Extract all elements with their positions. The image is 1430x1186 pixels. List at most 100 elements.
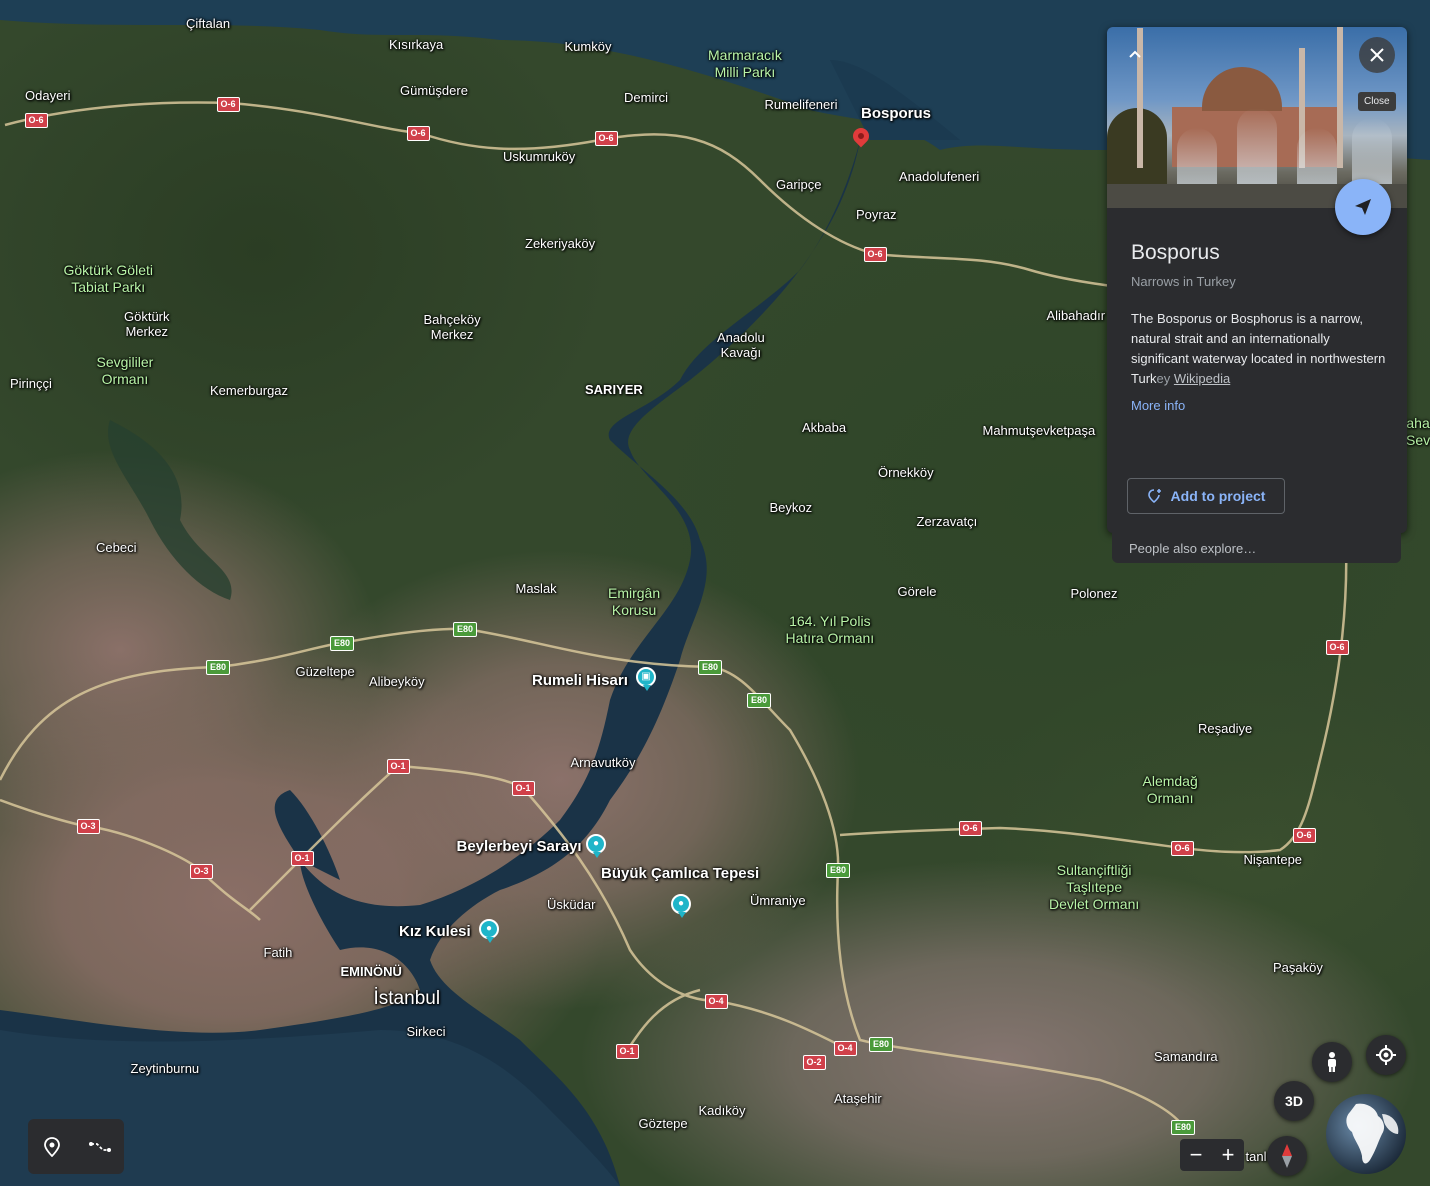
map-label: Rumelifeneri	[764, 97, 838, 112]
map-label: Göktürk Göleti Tabiat Parkı	[63, 262, 153, 295]
map-label: Beykoz	[769, 500, 813, 515]
map-label: Mahmutşevketpaşa	[982, 423, 1096, 438]
road-shield: O-1	[386, 758, 410, 774]
map-label: Emirgân Korusu	[608, 585, 661, 618]
map-label: EMINÖNÜ	[340, 964, 402, 979]
map-label: Samandıra	[1154, 1049, 1218, 1064]
zoom-controls: − +	[1180, 1139, 1244, 1171]
wikipedia-link[interactable]: Wikipedia	[1174, 371, 1230, 386]
map-label: Örnekköy	[878, 465, 934, 480]
toggle-3d-button[interactable]: 3D	[1274, 1081, 1314, 1121]
map-label[interactable]: Büyük Çamlıca Tepesi	[601, 865, 759, 883]
road-shield: O-6	[1170, 840, 1194, 856]
map-label: Garipçe	[776, 177, 822, 192]
map-label: Üsküdar	[547, 897, 596, 912]
map-label: Kısırkaya	[389, 37, 444, 52]
museum-poi-icon[interactable]: ▣	[636, 667, 656, 691]
camera-poi-icon[interactable]: ●	[586, 834, 606, 858]
road-shield: O-3	[189, 863, 213, 879]
map-label: Pirinççi	[10, 376, 52, 391]
map-label: Alemdağ Ormanı	[1142, 773, 1198, 806]
road-shield: O-6	[216, 96, 240, 112]
map-label: Gümüşdere	[400, 83, 468, 98]
map-label: Zerzavatçı	[916, 514, 978, 529]
road-shield: O-1	[290, 850, 314, 866]
add-pin-icon	[1147, 489, 1161, 504]
map-label[interactable]: Kız Kulesi	[399, 923, 471, 941]
map-label: Kadıköy	[698, 1103, 746, 1118]
road-shield: O-6	[594, 130, 618, 146]
map-label: Reşadiye	[1198, 721, 1253, 736]
road-shield: O-6	[24, 112, 48, 128]
camera-poi-icon[interactable]: ●	[479, 919, 499, 943]
map-label: İstanbul	[373, 987, 441, 1009]
map-label: Sevgililer Ormanı	[96, 354, 154, 387]
globe-minimap[interactable]	[1326, 1094, 1406, 1174]
more-info-link[interactable]: More info	[1131, 398, 1185, 413]
map-label: Nişantepe	[1243, 852, 1303, 867]
close-icon[interactable]	[1359, 37, 1395, 73]
map-label: Çiftalan	[186, 16, 231, 31]
map-label: Zeytinburnu	[130, 1061, 200, 1076]
map-label: Ataşehir	[834, 1091, 882, 1106]
map-label: Göktürk Merkez	[124, 308, 170, 340]
camera-poi-icon[interactable]: ●	[671, 894, 691, 918]
road-shield: E80	[747, 692, 772, 708]
map-label: aha Sev	[1406, 415, 1430, 448]
share-send-icon[interactable]	[1335, 179, 1391, 235]
zoom-out-icon[interactable]: −	[1180, 1139, 1212, 1171]
map-label[interactable]: Bosporus	[861, 105, 931, 123]
road-shield: O-2	[802, 1054, 826, 1070]
road-shield: O-6	[958, 820, 982, 836]
map-label: Görele	[897, 584, 937, 599]
map-label: Fatih	[263, 945, 293, 960]
map-label: Alibahadır	[1046, 308, 1106, 323]
road-shield: E80	[330, 635, 355, 651]
compass-icon[interactable]	[1267, 1136, 1307, 1176]
place-title: Bosporus	[1131, 241, 1220, 264]
map-label: Marmaracık Milli Parkı	[708, 47, 782, 80]
road-shield: E80	[453, 621, 478, 637]
my-location-icon[interactable]	[1366, 1035, 1406, 1075]
road-shield: O-6	[1325, 639, 1349, 655]
description-text: The Bosporus or Bosphorus is a narrow, n…	[1131, 311, 1386, 386]
map-label: Cebeci	[96, 540, 137, 555]
road-shield: O-6	[863, 246, 887, 262]
description-fade: ey	[1156, 371, 1171, 386]
road-shield: E80	[1171, 1119, 1196, 1135]
collapse-panel-chevron-up-icon[interactable]	[1121, 41, 1149, 69]
people-also-explore[interactable]: People also explore…	[1112, 533, 1401, 563]
map-label: Akbaba	[802, 420, 847, 435]
map-label: Maslak	[515, 581, 557, 596]
map-label: Kemerburgaz	[210, 383, 289, 398]
map-label[interactable]: Beylerbeyi Sarayı	[457, 838, 582, 856]
road-shield: E80	[698, 659, 723, 675]
close-tooltip: Close	[1358, 92, 1396, 111]
map-label: 164. Yıl Polis Hatıra Ormanı	[785, 613, 875, 646]
map-label: Anadolu Kavağı	[717, 329, 765, 361]
place-description: The Bosporus or Bosphorus is a narrow, n…	[1131, 309, 1389, 389]
map-label: Bahçeköy Merkez	[423, 311, 481, 343]
road-shield: O-4	[704, 993, 728, 1009]
add-placemark-icon[interactable]	[38, 1133, 66, 1161]
map-label: Odayeri	[25, 88, 71, 103]
road-shield: E80	[869, 1036, 894, 1052]
map-label: Sultançiftliği Taşlıtepe Devlet Ormanı	[1049, 862, 1140, 912]
map-label: Alibeyköy	[369, 674, 425, 689]
road-shield: O-4	[833, 1040, 857, 1056]
add-to-project-button[interactable]: Add to project	[1127, 478, 1285, 514]
map-label[interactable]: Rumeli Hisarı	[532, 672, 628, 690]
map-label: Arnavutköy	[570, 755, 636, 770]
place-subtitle: Narrows in Turkey	[1131, 274, 1236, 289]
road-shield: O-3	[76, 818, 100, 834]
map-label: Paşaköy	[1273, 960, 1323, 975]
map-label: Göztepe	[638, 1116, 688, 1131]
measure-path-icon[interactable]	[86, 1133, 114, 1161]
map-label: Uskumruköy	[503, 149, 576, 164]
map-label: Güzeltepe	[295, 664, 355, 679]
road-shield: O-1	[615, 1043, 639, 1059]
street-view-person-icon[interactable]	[1312, 1042, 1352, 1082]
zoom-in-icon[interactable]: +	[1212, 1139, 1244, 1171]
place-info-panel: Close Bosporus Narrows in Turkey The Bos…	[1107, 27, 1407, 533]
map-label: Zekeriyaköy	[525, 236, 596, 251]
